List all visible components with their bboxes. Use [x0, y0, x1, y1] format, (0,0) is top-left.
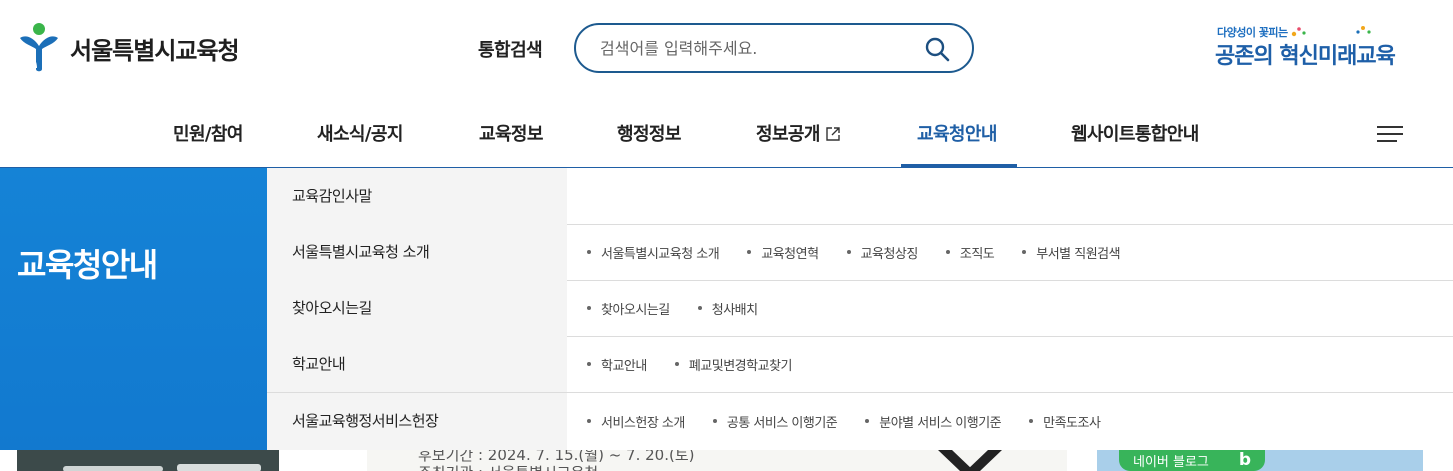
logo-mark-icon — [20, 23, 58, 72]
nav-item-disclosure-label: 정보공개 — [756, 124, 820, 145]
mega-sub-item[interactable]: 폐교및변경학교찾기 — [674, 355, 792, 374]
search-label: 통합검색 — [478, 40, 543, 61]
mega-category: 학교안내 — [267, 336, 567, 392]
mega-row: 찾아오시는길 찾아오시는길 청사배치 — [267, 280, 1453, 337]
mega-sub-item[interactable]: 교육청연혁 — [747, 243, 819, 262]
external-link-icon — [826, 127, 840, 141]
search-box — [574, 23, 974, 73]
mega-sub-list: 서비스헌장 소개 공통 서비스 이행기준 분야별 서비스 이행기준 만족도조사 — [587, 412, 1128, 431]
mega-category-greeting[interactable]: 교육감인사말 — [292, 185, 372, 206]
nav-item-admin-info[interactable]: 행정정보 — [617, 120, 681, 146]
mega-sub-item[interactable]: 서비스헌장 소개 — [587, 412, 685, 431]
menu-hamburger-icon[interactable] — [1377, 124, 1403, 144]
mega-sub-list: 학교안내 폐교및변경학교찾기 — [587, 355, 820, 374]
mega-sub-item[interactable]: 서울특별시교육청 소개 — [587, 243, 720, 262]
nav-item-edu-info[interactable]: 교육정보 — [479, 120, 543, 146]
mega-menu-rows: 교육감인사말 서울특별시교육청 소개 서울특별시교육청 소개 교육청연혁 교육청… — [267, 168, 1453, 450]
mega-sub-item[interactable]: 청사배치 — [697, 299, 758, 318]
mega-sub-item[interactable]: 조직도 — [945, 243, 995, 262]
naver-blog-label: 네이버 블로그 — [1133, 455, 1209, 470]
mega-menu: 교육청안내 교육감인사말 서울특별시교육청 소개 서울특별시교육청 소개 교육청… — [0, 168, 1453, 450]
background-notice-line2: 주최기관 : 서울특별시교육청 — [418, 462, 598, 471]
mega-sub-item[interactable]: 교육청상징 — [846, 243, 918, 262]
mega-row: 서울특별시교육청 소개 서울특별시교육청 소개 교육청연혁 교육청상징 조직도 … — [267, 224, 1453, 281]
mega-sub-item[interactable]: 부서별 직원검색 — [1022, 243, 1121, 262]
mega-row: 교육감인사말 — [267, 168, 1453, 225]
mega-category: 교육감인사말 — [267, 168, 567, 224]
mega-sub-list: 찾아오시는길 청사배치 — [587, 299, 786, 318]
mega-row: 서울교육행정서비스헌장 서비스헌장 소개 공통 서비스 이행기준 분야별 서비스… — [267, 393, 1453, 450]
nav-item-about[interactable]: 교육청안내 — [917, 120, 997, 146]
mega-category-schools[interactable]: 학교안내 — [292, 353, 346, 374]
mega-category: 서울특별시교육청 소개 — [267, 224, 567, 280]
mega-sub-item[interactable]: 공통 서비스 이행기준 — [712, 412, 838, 431]
mega-sub-item[interactable]: 분야별 서비스 이행기준 — [865, 412, 1002, 431]
mega-sub-item[interactable]: 찾아오시는길 — [587, 299, 670, 318]
mega-category: 서울교육행정서비스헌장 — [267, 393, 567, 450]
nav-item-news[interactable]: 새소식/공지 — [317, 120, 403, 146]
site-header: 서울특별시교육청 통합검색 다양성이 꽃피는 공존의 혁신미래교육 민원/참여 … — [0, 0, 1453, 168]
mega-menu-side: 교육청안내 — [0, 168, 267, 450]
mega-menu-title: 교육청안내 — [17, 246, 158, 284]
nav-item-disclosure[interactable]: 정보공개 — [756, 120, 840, 146]
background-content-peek: 후보기간 : 2024. 7. 15.(월) ~ 7. 20.(토) 주최기관 … — [0, 450, 1453, 471]
background-photo — [17, 450, 279, 471]
mega-sub-item[interactable]: 만족도조사 — [1029, 412, 1101, 431]
slogan-banner[interactable]: 다양성이 꽃피는 공존의 혁신미래교육 — [1215, 24, 1425, 70]
mega-sub-item[interactable]: 학교안내 — [587, 355, 647, 374]
site-logo[interactable]: 서울특별시교육청 — [16, 22, 240, 74]
nav-item-site-guide[interactable]: 웹사이트통합안내 — [1071, 120, 1199, 146]
slogan-decoration-icon — [1291, 26, 1371, 37]
mega-category-intro[interactable]: 서울특별시교육청 소개 — [292, 241, 430, 262]
mega-category-directions[interactable]: 찾아오시는길 — [292, 297, 372, 318]
logo-text: 서울특별시교육청 — [70, 36, 240, 65]
background-graphic-icon — [938, 450, 1002, 471]
search-input[interactable] — [600, 36, 920, 60]
mega-row: 학교안내 학교안내 폐교및변경학교찾기 — [267, 336, 1453, 393]
main-nav: 민원/참여 새소식/공지 교육정보 행정정보 정보공개 교육청안내 웹사이트통합… — [0, 100, 1453, 168]
search-icon[interactable] — [924, 36, 950, 62]
mega-sub-list: 서울특별시교육청 소개 교육청연혁 교육청상징 조직도 부서별 직원검색 — [587, 243, 1148, 262]
naver-blog-link[interactable]: 네이버 블로그 b — [1119, 450, 1265, 471]
nav-item-civil[interactable]: 민원/참여 — [173, 120, 243, 146]
naver-blog-icon: b — [1238, 450, 1251, 470]
mega-category: 찾아오시는길 — [267, 280, 567, 336]
mega-category-charter[interactable]: 서울교육행정서비스헌장 — [292, 410, 439, 431]
